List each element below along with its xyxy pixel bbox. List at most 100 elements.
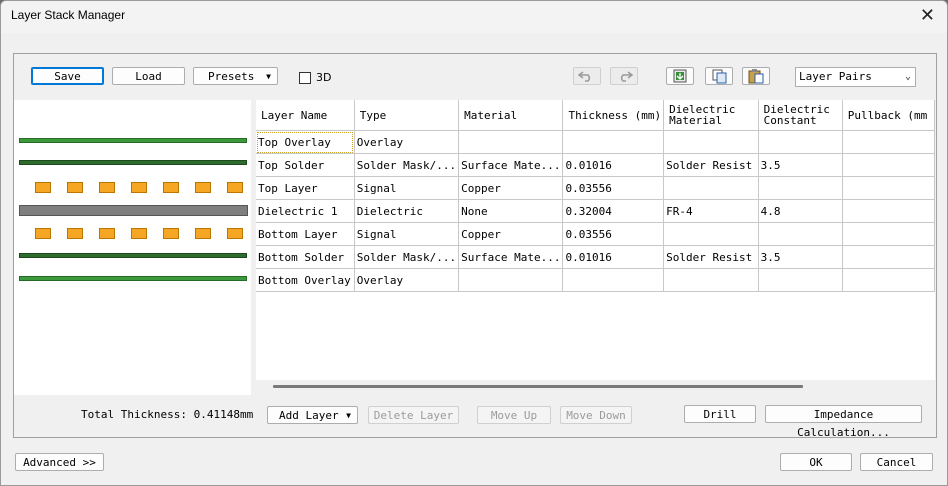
table-cell[interactable] <box>758 268 843 292</box>
table-cell[interactable]: Surface Mate... <box>458 245 564 269</box>
column-header[interactable]: Type <box>354 100 460 131</box>
table-cell[interactable]: Signal <box>354 222 460 246</box>
table-cell[interactable]: Top Solder <box>256 153 355 177</box>
table-cell[interactable]: Overlay <box>354 268 460 292</box>
column-header[interactable]: Dielectric Material <box>663 100 759 131</box>
table-cell[interactable]: 0.01016 <box>562 153 665 177</box>
table-cell[interactable] <box>562 130 665 154</box>
presets-dropdown[interactable]: Presets ▼ <box>193 67 278 85</box>
bottom-copper-pad <box>99 228 115 239</box>
table-cell[interactable] <box>663 176 759 200</box>
table-row[interactable]: Top Layer Signal Copper 0.03556 <box>256 176 935 200</box>
table-cell[interactable]: Solder Resist <box>663 153 759 177</box>
table-cell[interactable]: Solder Mask/... <box>354 245 460 269</box>
bottom-copper-pad <box>67 228 83 239</box>
column-header[interactable]: Pullback (mm <box>842 100 935 131</box>
table-cell[interactable]: Bottom Solder <box>256 245 355 269</box>
redo-icon <box>620 71 634 82</box>
delete-layer-button[interactable]: Delete Layer <box>368 406 459 424</box>
redo-button[interactable] <box>610 67 638 85</box>
table-cell[interactable]: Top Layer <box>256 176 355 200</box>
import-button[interactable] <box>666 67 694 85</box>
advanced-button[interactable]: Advanced >> <box>15 453 104 471</box>
table-cell[interactable]: 3.5 <box>758 153 843 177</box>
table-cell[interactable]: Bottom Layer <box>256 222 355 246</box>
layer-table: Layer Name Type Material Thickness (mm) … <box>256 100 935 292</box>
bottom-solder-shape <box>19 253 247 258</box>
table-cell[interactable] <box>842 222 935 246</box>
close-icon[interactable]: ✕ <box>920 5 935 26</box>
table-row[interactable]: Dielectric 1 Dielectric None 0.32004 FR-… <box>256 199 935 223</box>
ok-button[interactable]: OK <box>780 453 852 471</box>
table-cell[interactable] <box>842 176 935 200</box>
move-up-button[interactable]: Move Up <box>477 406 551 424</box>
table-cell[interactable]: 3.5 <box>758 245 843 269</box>
save-button[interactable]: Save <box>31 67 104 85</box>
table-cell[interactable] <box>458 268 564 292</box>
column-header[interactable]: Material <box>458 100 564 131</box>
top-copper-pad <box>67 182 83 193</box>
table-row[interactable]: Top Solder Solder Mask/... Surface Mate.… <box>256 153 935 177</box>
layer-grid: Layer Name Type Material Thickness (mm) … <box>256 100 935 380</box>
table-cell[interactable] <box>458 130 564 154</box>
table-cell[interactable] <box>758 176 843 200</box>
cancel-button[interactable]: Cancel <box>860 453 933 471</box>
table-cell[interactable] <box>842 153 935 177</box>
layer-pairs-select[interactable]: Layer Pairs ⌄ <box>795 67 916 87</box>
table-cell[interactable]: Signal <box>354 176 460 200</box>
table-cell[interactable] <box>663 268 759 292</box>
table-row[interactable]: Top Overlay Overlay <box>256 130 935 154</box>
table-row[interactable]: Bottom Overlay Overlay <box>256 268 935 292</box>
move-down-button[interactable]: Move Down <box>560 406 632 424</box>
column-header[interactable]: Thickness (mm) <box>562 100 665 131</box>
table-cell[interactable]: Bottom Overlay <box>256 268 355 292</box>
top-copper-pad <box>35 182 51 193</box>
undo-icon <box>577 71 591 82</box>
table-cell[interactable]: Copper <box>458 222 564 246</box>
table-cell[interactable]: 4.8 <box>758 199 843 223</box>
table-cell[interactable]: 0.32004 <box>562 199 665 223</box>
table-row[interactable]: Bottom Solder Solder Mask/... Surface Ma… <box>256 245 935 269</box>
table-cell[interactable]: Copper <box>458 176 564 200</box>
table-cell[interactable]: 0.01016 <box>562 245 665 269</box>
bottom-copper-pad <box>195 228 211 239</box>
table-cell[interactable] <box>663 130 759 154</box>
drill-button[interactable]: Drill <box>684 405 756 423</box>
3d-checkbox[interactable] <box>299 72 311 84</box>
table-cell[interactable]: FR-4 <box>663 199 759 223</box>
table-cell[interactable] <box>842 199 935 223</box>
table-cell[interactable]: Surface Mate... <box>458 153 564 177</box>
column-header[interactable]: Dielectric Constant <box>758 100 843 131</box>
paste-button[interactable] <box>742 67 770 85</box>
table-cell[interactable] <box>842 245 935 269</box>
table-cell[interactable]: Top Overlay <box>256 130 355 154</box>
load-button[interactable]: Load <box>112 67 185 85</box>
table-cell[interactable] <box>663 222 759 246</box>
undo-button[interactable] <box>573 67 601 85</box>
table-cell[interactable] <box>758 222 843 246</box>
table-cell[interactable] <box>758 130 843 154</box>
table-cell[interactable]: Solder Mask/... <box>354 153 460 177</box>
table-cell[interactable] <box>562 268 665 292</box>
table-cell[interactable]: 0.03556 <box>562 222 665 246</box>
horizontal-scrollbar[interactable] <box>273 385 803 388</box>
table-header-row: Layer Name Type Material Thickness (mm) … <box>256 100 935 131</box>
table-cell[interactable]: Dielectric 1 <box>256 199 355 223</box>
add-layer-dropdown[interactable]: Add Layer ▼ <box>267 406 358 424</box>
table-cell[interactable]: Dielectric <box>354 199 460 223</box>
table-cell[interactable]: Overlay <box>354 130 460 154</box>
table-cell[interactable]: Solder Resist <box>663 245 759 269</box>
table-row[interactable]: Bottom Layer Signal Copper 0.03556 <box>256 222 935 246</box>
table-cell[interactable] <box>842 268 935 292</box>
table-cell[interactable]: None <box>458 199 564 223</box>
presets-label: Presets <box>208 70 255 83</box>
top-copper-pad <box>195 182 211 193</box>
copy-button[interactable] <box>705 67 733 85</box>
impedance-calculation-button[interactable]: Impedance Calculation... <box>765 405 922 439</box>
window-title: Layer Stack Manager <box>11 8 126 22</box>
bottom-copper-pad <box>131 228 147 239</box>
table-cell[interactable] <box>842 130 935 154</box>
column-header[interactable]: Layer Name <box>256 100 355 131</box>
table-cell[interactable]: 0.03556 <box>562 176 665 200</box>
add-layer-label: Add Layer <box>279 409 339 422</box>
